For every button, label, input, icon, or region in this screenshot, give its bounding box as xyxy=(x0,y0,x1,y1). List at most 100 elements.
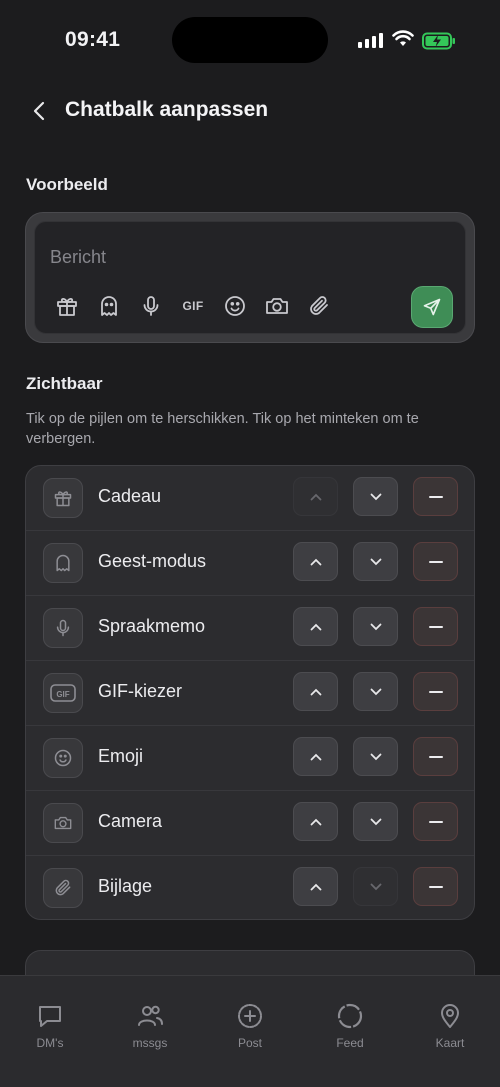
emoji-icon xyxy=(221,292,249,320)
remove-button[interactable] xyxy=(413,737,458,776)
tab-kaart[interactable]: Kaart xyxy=(410,1002,490,1050)
paperclip-icon xyxy=(305,292,333,320)
svg-text:GIF: GIF xyxy=(56,690,69,699)
chevron-up-icon xyxy=(310,688,321,695)
minus-icon xyxy=(428,885,443,888)
page-title: Chatbalk aanpassen xyxy=(65,98,269,121)
remove-button[interactable] xyxy=(413,672,458,711)
tab-post[interactable]: Post xyxy=(210,1002,290,1050)
status-time: 09:41 xyxy=(65,28,121,51)
circle-icon xyxy=(337,1003,363,1029)
chatbar-preview: Bericht GIF xyxy=(25,212,475,343)
item-label: Emoji xyxy=(98,746,144,766)
chevron-down-icon xyxy=(370,753,381,760)
visible-items-list: Cadeau Geest-modus Spraakmemo GIF GIF-ki… xyxy=(25,465,475,920)
gift-icon xyxy=(43,478,83,518)
chevron-up-icon xyxy=(310,558,321,565)
camera-icon xyxy=(43,803,83,843)
visible-hint-text: Tik op de pijlen om te herschikken. Tik … xyxy=(26,411,419,447)
send-button[interactable] xyxy=(411,286,453,328)
list-item: Spraakmemo xyxy=(26,596,474,661)
remove-button[interactable] xyxy=(413,542,458,581)
list-item: GIF GIF-kiezer xyxy=(26,661,474,726)
move-up-button[interactable] xyxy=(293,802,338,841)
gif-icon: GIF xyxy=(43,673,83,713)
tab-label: DM's xyxy=(36,1036,64,1050)
item-label: Camera xyxy=(98,811,163,831)
chevron-down-icon xyxy=(370,623,381,630)
item-label: Cadeau xyxy=(98,486,162,506)
send-icon xyxy=(423,298,441,316)
minus-icon xyxy=(428,820,443,823)
move-down-button[interactable] xyxy=(353,867,398,906)
ghost-icon xyxy=(95,292,123,320)
move-up-button[interactable] xyxy=(293,737,338,776)
chevron-up-icon xyxy=(310,883,321,890)
list-item: Bijlage xyxy=(26,856,474,919)
remove-button[interactable] xyxy=(413,802,458,841)
gift-icon xyxy=(53,292,81,320)
tab-feed[interactable]: Feed xyxy=(310,1002,390,1050)
paperclip-icon xyxy=(43,868,83,908)
chevron-down-icon xyxy=(370,493,381,500)
chevron-left-icon xyxy=(33,101,45,121)
chevron-down-icon xyxy=(370,688,381,695)
chevron-up-icon xyxy=(310,623,321,630)
location-pin-icon xyxy=(441,1004,459,1028)
chevron-down-icon xyxy=(370,558,381,565)
chevron-down-icon xyxy=(370,883,381,890)
microphone-icon xyxy=(43,608,83,648)
tab-bar: DM's mssgs Post Feed Kaart xyxy=(0,975,500,1087)
list-item: Geest-modus xyxy=(26,531,474,596)
preview-section-label: Voorbeeld xyxy=(26,175,108,194)
list-item: Emoji xyxy=(26,726,474,791)
gif-icon: GIF xyxy=(179,292,207,320)
move-down-button[interactable] xyxy=(353,607,398,646)
minus-icon xyxy=(428,690,443,693)
tab-label: mssgs xyxy=(132,1036,168,1050)
move-down-button[interactable] xyxy=(353,737,398,776)
chevron-up-icon xyxy=(310,818,321,825)
wifi-icon xyxy=(392,30,414,46)
move-up-button[interactable] xyxy=(293,477,338,516)
chat-bubble-icon xyxy=(39,1006,61,1027)
minus-icon xyxy=(428,625,443,628)
back-button[interactable] xyxy=(26,96,52,126)
gif-label: GIF xyxy=(182,299,204,313)
move-down-button[interactable] xyxy=(353,477,398,516)
status-bar: 09:41 xyxy=(0,0,500,80)
message-placeholder: Bericht xyxy=(50,247,107,267)
chevron-up-icon xyxy=(310,493,321,500)
list-item: Camera xyxy=(26,791,474,856)
remove-button[interactable] xyxy=(413,867,458,906)
tab-mssgs[interactable]: mssgs xyxy=(110,1002,190,1050)
move-down-button[interactable] xyxy=(353,542,398,581)
item-label: Spraakmemo xyxy=(98,616,206,636)
move-down-button[interactable] xyxy=(353,672,398,711)
list-item: Cadeau xyxy=(26,466,474,531)
visible-section-label: Zichtbaar xyxy=(26,374,103,393)
item-label: Bijlage xyxy=(98,876,153,896)
chevron-down-icon xyxy=(370,818,381,825)
dynamic-island xyxy=(172,17,328,63)
tab-label: Feed xyxy=(336,1036,364,1050)
people-icon xyxy=(138,1005,163,1026)
move-up-button[interactable] xyxy=(293,672,338,711)
battery-charging-icon xyxy=(422,32,455,50)
move-up-button[interactable] xyxy=(293,867,338,906)
move-up-button[interactable] xyxy=(293,542,338,581)
tab-dms[interactable]: DM's xyxy=(10,1002,90,1050)
tab-label: Post xyxy=(237,1036,262,1050)
item-label: GIF-kiezer xyxy=(98,681,183,701)
move-up-button[interactable] xyxy=(293,607,338,646)
emoji-icon xyxy=(43,738,83,778)
microphone-icon xyxy=(137,292,165,320)
remove-button[interactable] xyxy=(413,607,458,646)
ghost-icon xyxy=(43,543,83,583)
chatbar-preview-inner: Bericht GIF xyxy=(34,221,466,334)
item-label: Geest-modus xyxy=(98,551,207,571)
remove-button[interactable] xyxy=(413,477,458,516)
move-down-button[interactable] xyxy=(353,802,398,841)
plus-circle-icon xyxy=(238,1004,262,1028)
camera-icon xyxy=(263,292,291,320)
